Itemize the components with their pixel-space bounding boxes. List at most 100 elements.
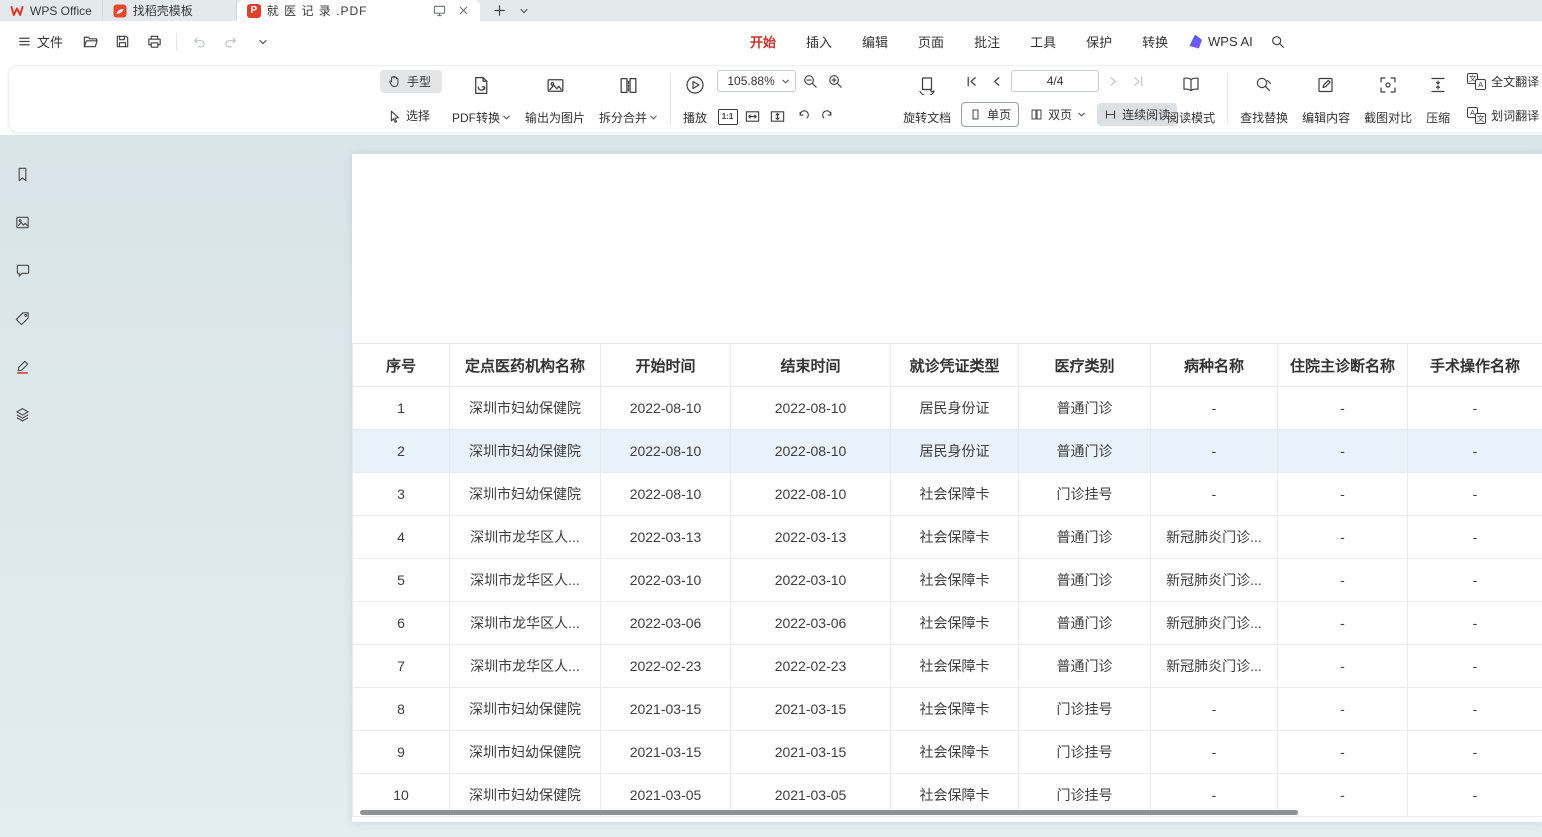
table-cell: - [1408,559,1542,602]
bookmarks-panel-button[interactable] [9,161,35,187]
menu-tabs: 开始插入编辑页面批注工具保护转换 [735,21,1183,62]
chevron-down-icon [649,113,658,122]
screen-share-icon[interactable] [431,3,449,19]
double-page-button[interactable]: 双页 [1023,103,1093,126]
prev-page-button[interactable] [986,71,1007,92]
tags-panel-button[interactable] [9,305,35,331]
medical-table: 序号定点医药机构名称开始时间结束时间就诊凭证类型医疗类别病种名称住院主诊断名称手… [352,343,1542,817]
menu-tab-4[interactable]: 批注 [959,26,1015,57]
menu-tab-3[interactable]: 页面 [903,26,959,57]
find-replace-icon [1254,75,1274,95]
table-cell: 2021-03-15 [731,688,891,731]
redo-button[interactable] [218,29,244,55]
export-image-button[interactable]: 输出为图片 [521,69,589,128]
new-tab-button[interactable] [490,2,510,20]
comment-icon [14,262,31,279]
search-icon [1270,34,1286,50]
annotate-panel-button[interactable] [9,353,35,379]
word-translate-label: 划词翻译 [1491,107,1539,124]
doc-tab-active-pdf[interactable]: P 就 医 记 录 .PDF [237,0,480,21]
table-cell: 2022-08-10 [601,387,731,430]
pdf-file-icon: P [247,4,261,18]
wps-ai-icon [1188,35,1202,49]
tab-list-chevron[interactable] [514,2,534,20]
word-translate-button[interactable]: A 文 划词翻译 [1460,104,1542,127]
pdf-convert-button[interactable]: PDF转换 [448,69,515,128]
table-row: 2深圳市妇幼保健院2022-08-102022-08-10居民身份证普通门诊--… [353,430,1542,473]
hand-tool-button[interactable]: 手型 [380,70,442,93]
file-menu-button[interactable]: 文件 [10,28,71,55]
next-page-button[interactable] [1103,71,1124,92]
table-cell: - [1278,430,1408,473]
close-tab-icon[interactable] [455,3,473,19]
open-file-button[interactable] [77,29,103,55]
zoom-out-icon [802,73,819,90]
table-cell: - [1278,602,1408,645]
table-cell: 普通门诊 [1019,602,1151,645]
wps-ai-button[interactable]: WPS AI [1188,34,1253,49]
column-header: 定点医药机构名称 [450,344,601,387]
edit-content-button[interactable]: 编辑内容 [1298,69,1354,128]
split-merge-button[interactable]: 拆分合并 [595,69,662,128]
fit-width-button[interactable] [742,106,763,127]
table-cell: 3 [353,473,450,516]
comments-panel-button[interactable] [9,257,35,283]
column-header: 开始时间 [601,344,731,387]
actual-size-button[interactable]: 1:1 [717,106,738,127]
table-cell: 2022-03-13 [731,516,891,559]
doc-tab-docer[interactable]: 找稻壳模板 [103,0,237,21]
last-page-button[interactable] [1128,71,1149,92]
bookmark-icon [14,166,31,183]
single-page-button[interactable]: 单页 [961,102,1019,127]
last-page-icon [1131,74,1146,89]
compress-button[interactable]: 压缩 [1422,69,1454,128]
save-button[interactable] [109,29,135,55]
table-cell: 2022-08-10 [601,430,731,473]
table-cell: 1 [353,387,450,430]
table-cell: - [1278,731,1408,774]
folder-open-icon [82,33,99,50]
menu-tab-0[interactable]: 开始 [735,26,791,57]
table-cell: 普通门诊 [1019,430,1151,473]
table-row: 4深圳市龙华区人...2022-03-132022-03-13社会保障卡普通门诊… [353,516,1542,559]
zoom-level-select[interactable] [717,70,796,92]
play-button[interactable]: 播放 [679,69,711,128]
menu-tab-6[interactable]: 保护 [1071,26,1127,57]
menu-tab-7[interactable]: 转换 [1127,26,1183,57]
menu-tab-2[interactable]: 编辑 [847,26,903,57]
rotate-doc-button[interactable]: 旋转文档 [899,69,955,128]
table-row: 7深圳市龙华区人...2022-02-232022-02-23社会保障卡普通门诊… [353,645,1542,688]
page-number-input[interactable] [1011,70,1099,92]
table-cell: 深圳市龙华区人... [450,602,601,645]
thumbnails-panel-button[interactable] [9,209,35,235]
zoom-in-icon [827,73,844,90]
select-tool-button[interactable]: 选择 [380,104,442,127]
rotate-left-button[interactable] [792,106,813,127]
menu-tab-1[interactable]: 插入 [791,26,847,57]
table-cell: 深圳市妇幼保健院 [450,430,601,473]
screenshot-compare-button[interactable]: 截图对比 [1360,69,1416,128]
rotate-right-button[interactable] [817,106,838,127]
find-replace-button[interactable]: 查找替换 [1236,69,1292,128]
table-row: 8深圳市妇幼保健院2021-03-152021-03-15社会保障卡门诊挂号--… [353,688,1542,731]
full-translate-button[interactable]: 文 A 全文翻译 [1460,70,1542,93]
history-chevron[interactable] [250,29,276,55]
first-page-button[interactable] [961,71,982,92]
print-icon [146,33,163,50]
embedded-horizontal-scrollbar[interactable] [360,810,1298,815]
table-cell: - [1408,430,1542,473]
zoom-out-button[interactable] [800,71,821,92]
app-tab-wps-office[interactable]: WPS Office [0,0,103,21]
undo-button[interactable] [186,29,212,55]
pointer-tools-group: 手型 选择 [380,69,442,128]
table-cell: - [1408,688,1542,731]
layers-panel-button[interactable] [9,401,35,427]
menu-tab-5[interactable]: 工具 [1015,26,1071,57]
table-cell: - [1151,688,1278,731]
zoom-in-button[interactable] [825,71,846,92]
print-button[interactable] [141,29,167,55]
read-mode-button[interactable]: 阅读模式 [1163,69,1219,128]
search-button[interactable] [1265,29,1291,55]
fit-page-button[interactable] [767,106,788,127]
zoom-input[interactable] [723,74,779,88]
